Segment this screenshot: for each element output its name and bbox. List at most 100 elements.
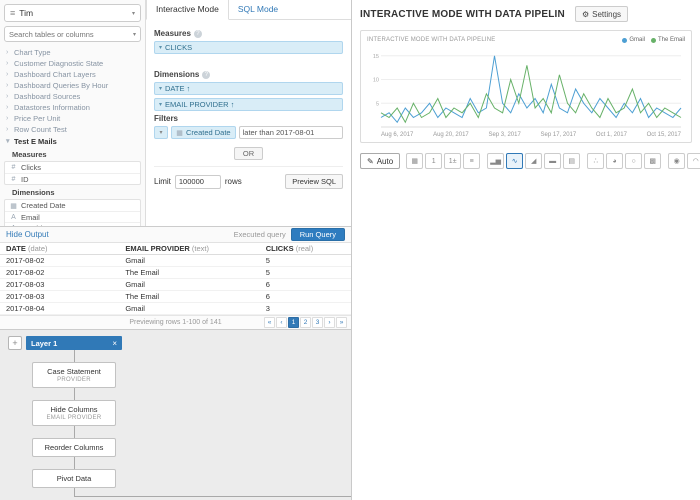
pipeline-step[interactable]: Hide ColumnsEMAIL PROVIDER: [32, 400, 116, 426]
page-button[interactable]: »: [336, 317, 347, 328]
line-chart-button[interactable]: ∿: [506, 153, 523, 169]
filter-row: ▾ ▦ Created Date: [154, 126, 343, 139]
hide-output-link[interactable]: Hide Output: [6, 230, 49, 239]
field-label: Email: [21, 213, 40, 222]
table-name: Datastores Information: [14, 103, 90, 112]
filter-field-pill[interactable]: ▦ Created Date: [171, 126, 236, 139]
tab-sql-mode[interactable]: SQL Mode: [229, 0, 287, 19]
table-name: Price Per Unit: [14, 114, 60, 123]
sidebar: ≡ Tim ▾ ▾ ›Chart Type›Customer Diagnosti…: [0, 0, 146, 226]
stacked-bar-chart-icon: ▤: [568, 157, 575, 165]
layer-row: + Layer 1 ×: [8, 336, 351, 350]
add-layer-button[interactable]: +: [8, 336, 22, 350]
table-footer: Previewing rows 1-100 of 141 «‹123›»: [0, 315, 351, 329]
page-button[interactable]: «: [264, 317, 275, 328]
chart-panel: INTERACTIVE MODE WITH DATA PIPELIN ⚙ Set…: [352, 0, 700, 500]
table-cell: 2017-08-04: [0, 303, 119, 315]
chart-toolbar: ✎ Auto ▦11±≡▂▅∿◢▬▤∴◕○▩◉◠▣: [360, 153, 692, 169]
pipeline-steps: Case StatementPROVIDER Hide ColumnsEMAIL …: [0, 362, 351, 488]
page-button[interactable]: 3: [312, 317, 323, 328]
dimension-pill-date[interactable]: ▾ DATE ↑: [154, 82, 343, 95]
gauge-chart-button[interactable]: ◠: [687, 153, 700, 169]
tab-bar: Interactive Mode SQL Mode: [146, 0, 351, 20]
column-header[interactable]: EMAIL PROVIDER (text): [119, 243, 259, 255]
table-name: Dashboard Queries By Hour: [14, 81, 108, 90]
layer-header[interactable]: Layer 1 ×: [26, 336, 122, 350]
run-query-button[interactable]: Run Query: [291, 228, 345, 241]
heatmap-chart-button[interactable]: ▩: [644, 153, 661, 169]
number-icon: #: [10, 164, 17, 171]
table-name: Chart Type: [14, 48, 51, 57]
pipeline-step[interactable]: Case StatementPROVIDER: [32, 362, 116, 388]
single-value-change-button[interactable]: 1±: [444, 153, 461, 169]
help-icon: ?: [202, 71, 210, 79]
dimension-pill-email-provider[interactable]: ▾ EMAIL PROVIDER ↑: [154, 98, 343, 111]
scatter-chart-button[interactable]: ∴: [587, 153, 604, 169]
sidebar-table-item[interactable]: ›Price Per Unit: [0, 113, 145, 124]
table-cell: 2017-08-02: [0, 255, 119, 267]
measure-pill-clicks[interactable]: ▾ CLICKS: [154, 41, 343, 54]
filter-logic-dropdown[interactable]: ▾: [154, 126, 168, 139]
table-name: Dashboard Chart Layers: [14, 70, 96, 79]
auto-button[interactable]: ✎ Auto: [360, 153, 400, 169]
close-icon[interactable]: ×: [112, 339, 117, 348]
search-box[interactable]: ▾: [4, 26, 141, 42]
limit-input[interactable]: [175, 175, 221, 189]
table-cell: 5: [260, 255, 351, 267]
preview-sql-button[interactable]: Preview SQL: [285, 174, 343, 189]
sidebar-table-item[interactable]: ›Dashboard Queries By Hour: [0, 80, 145, 91]
or-button[interactable]: OR: [234, 147, 263, 160]
sidebar-table-item[interactable]: ›Chart Type: [0, 47, 145, 58]
x-tick-label: Sep 17, 2017: [541, 132, 577, 138]
page-button[interactable]: ‹: [276, 317, 287, 328]
table-chart-button[interactable]: ▦: [406, 153, 423, 169]
bubble-chart-icon: ○: [632, 158, 636, 165]
x-tick-label: Sep 3, 2017: [488, 132, 520, 138]
column-header[interactable]: DATE (date): [0, 243, 119, 255]
settings-button[interactable]: ⚙ Settings: [575, 6, 628, 22]
sidebar-table-item[interactable]: ›Dashboard Sources: [0, 91, 145, 102]
text-list-button[interactable]: ≡: [463, 153, 480, 169]
sidebar-table-item[interactable]: ›Datastores Information: [0, 102, 145, 113]
sidebar-field-item[interactable]: ▦Created Date: [5, 200, 140, 211]
area-chart-button[interactable]: ◢: [525, 153, 542, 169]
sidebar-table-item-test-e-mails[interactable]: ▾ Test E Mails: [0, 135, 145, 147]
limit-row: Limit rows Preview SQL: [154, 174, 343, 189]
bubble-chart-button[interactable]: ○: [625, 153, 642, 169]
map-chart-button[interactable]: ◉: [668, 153, 685, 169]
map-chart-icon: ◉: [674, 157, 680, 165]
auto-label: Auto: [377, 157, 393, 166]
user-menu[interactable]: ≡ Tim ▾: [4, 4, 141, 22]
sidebar-field-item[interactable]: AEmail: [5, 211, 140, 222]
column-header[interactable]: CLICKS (real): [260, 243, 351, 255]
page-button[interactable]: ›: [324, 317, 335, 328]
pipeline-step[interactable]: Reorder Columns: [32, 438, 116, 457]
legend-dot-icon: [622, 38, 627, 43]
search-input[interactable]: [9, 30, 133, 39]
measure-drop-zone[interactable]: [154, 57, 343, 67]
pie-chart-button[interactable]: ◕: [606, 153, 623, 169]
single-value-button[interactable]: 1: [425, 153, 442, 169]
table-cell: The Email: [119, 267, 259, 279]
sidebar-table-item[interactable]: ›Row Count Test: [0, 124, 145, 135]
tab-interactive-mode[interactable]: Interactive Mode: [146, 0, 229, 20]
stacked-bar-chart-button[interactable]: ▤: [563, 153, 580, 169]
sidebar-table-item[interactable]: ›Customer Diagnostic State: [0, 58, 145, 69]
sidebar-field-item[interactable]: #ID: [5, 173, 140, 184]
sidebar-table-item[interactable]: ›Dashboard Chart Layers: [0, 69, 145, 80]
chevron-right-icon: ›: [6, 93, 11, 100]
pill-label: DATE ↑: [165, 84, 190, 93]
chart-title: INTERACTIVE MODE WITH DATA PIPELINE: [367, 37, 495, 43]
page-button[interactable]: 1: [288, 317, 299, 328]
filter-value-input[interactable]: [239, 126, 343, 139]
field-label: Created Date: [21, 201, 66, 210]
bar-chart-button[interactable]: ▂▅: [487, 153, 504, 169]
line-chart-svg: 51015: [367, 45, 685, 131]
dimensions-label-text: Dimensions: [154, 70, 199, 79]
chevron-down-icon: ▾: [133, 31, 136, 38]
pipeline-step[interactable]: Pivot Data: [32, 469, 116, 488]
sidebar-field-item[interactable]: #Clicks: [5, 162, 140, 173]
page-button[interactable]: 2: [300, 317, 311, 328]
horizontal-bar-chart-button[interactable]: ▬: [544, 153, 561, 169]
dimensions-label: Dimensions ?: [154, 70, 343, 79]
